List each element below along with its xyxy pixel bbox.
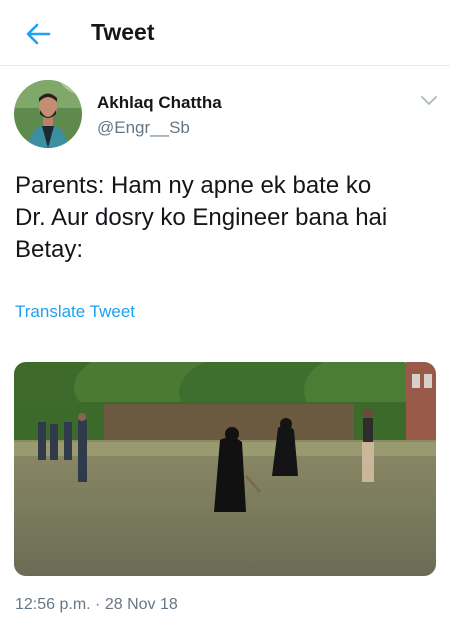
more-options-button[interactable] <box>418 92 440 110</box>
page-title: Tweet <box>91 19 155 45</box>
back-button[interactable] <box>18 18 58 50</box>
author-handle[interactable]: @Engr__Sb <box>97 118 190 138</box>
top-bar: Tweet <box>0 0 450 66</box>
author-name[interactable]: Akhlaq Chattha <box>97 93 222 113</box>
chevron-down-icon <box>421 96 437 105</box>
tweet-photo[interactable] <box>14 362 436 576</box>
avatar[interactable] <box>14 80 82 148</box>
translate-tweet-link[interactable]: Translate Tweet <box>15 302 135 322</box>
tweet-text: Parents: Ham ny apne ek bate ko Dr. Aur … <box>15 172 388 263</box>
arrow-left-icon <box>26 23 51 45</box>
tweet-timestamp: 12:56 p.m. · 28 Nov 18 <box>15 596 178 613</box>
